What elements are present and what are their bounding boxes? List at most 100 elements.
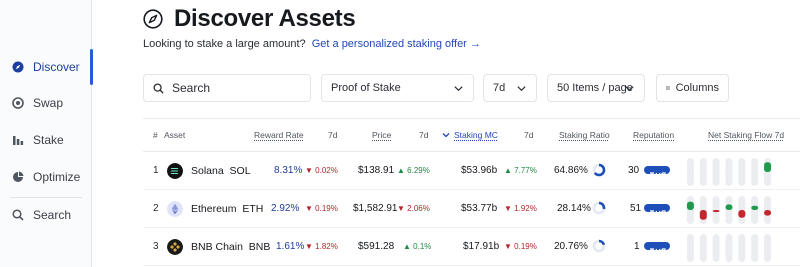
- staking-ratio: 28.14%: [557, 203, 591, 214]
- sidebar-item-optimize[interactable]: Optimize: [0, 159, 92, 195]
- subtitle-text: Looking to stake a large amount?: [143, 38, 306, 50]
- table-row[interactable]: 1 Solana SOL 8.31% ▼ 0.02% $138.91 ▲ 6.2…: [143, 152, 800, 190]
- col-staking-ratio[interactable]: Staking Ratio: [559, 130, 610, 140]
- columns-icon: [666, 86, 670, 90]
- reward-change-value: 0.02%: [315, 166, 338, 175]
- search-input[interactable]: [172, 81, 292, 95]
- price-change-value: 6.29%: [407, 166, 430, 175]
- flow-bar-outflow: [712, 210, 720, 213]
- mc-change: ▼ 1.92%: [504, 204, 537, 213]
- col-staking-mc[interactable]: Staking MC: [454, 130, 498, 140]
- flow-slot: [738, 234, 746, 262]
- flow-slot: [712, 158, 720, 186]
- consensus-select[interactable]: Proof of Stake: [321, 74, 474, 102]
- ethereum-logo-icon: [167, 201, 183, 217]
- staking-mc: $53.96b: [461, 165, 498, 176]
- col-rank: #: [153, 130, 158, 140]
- sidebar-item-label: Discover: [33, 60, 80, 74]
- reputation-badge-icon: [650, 210, 666, 217]
- asset-symbol: BNB: [248, 241, 271, 253]
- flow-slot: [751, 234, 759, 262]
- search-box[interactable]: [143, 74, 311, 102]
- reward-rate: 2.92%: [271, 203, 300, 214]
- table-header: # Asset Reward Rate 7d Price 7d Staking …: [143, 118, 800, 152]
- mc-change-value: 0.19%: [514, 242, 537, 251]
- staking-offer-link[interactable]: Get a personalized staking offer →: [312, 38, 481, 50]
- search-icon: [153, 82, 164, 94]
- mc-change-value: 1.92%: [514, 204, 537, 213]
- asset-name-text: BNB Chain: [191, 241, 243, 253]
- chevron-down-icon: [454, 86, 463, 92]
- sidebar-item-label: Stake: [33, 133, 64, 147]
- mc-change: ▲ 7.77%: [504, 166, 537, 175]
- asset-name[interactable]: Solana SOL: [191, 165, 251, 177]
- reputation-score: 1: [634, 241, 640, 252]
- mc-change-value: 7.77%: [514, 166, 537, 175]
- table-row[interactable]: 3 BNB Chain BNB 1.61% ▼ 1.82% $591.28 ▲ …: [143, 228, 800, 266]
- columns-button[interactable]: Columns: [656, 74, 729, 102]
- page-size-select[interactable]: 50 Items / page: [547, 74, 645, 102]
- col-price[interactable]: Price: [372, 130, 391, 140]
- sidebar-item-swap[interactable]: Swap: [0, 85, 92, 121]
- sidebar-item-label: Search: [33, 208, 72, 222]
- flow-slot: [686, 234, 694, 262]
- flow-slot: [712, 234, 720, 262]
- col-price-period[interactable]: 7d: [419, 130, 428, 140]
- reputation-badge: [644, 204, 670, 217]
- asset-symbol: SOL: [229, 165, 251, 177]
- net-staking-flow-chart: [686, 196, 772, 224]
- reputation-badge: [644, 166, 670, 179]
- page-header: Discover Assets: [143, 4, 356, 34]
- flow-slot: [725, 234, 733, 262]
- price-change: ▲ 0.1%: [403, 242, 432, 251]
- price-change: ▼ 2.06%: [397, 204, 430, 213]
- reward-change-value: 1.82%: [315, 242, 338, 251]
- columns-label: Columns: [675, 82, 719, 94]
- flow-bar-inflow: [751, 205, 759, 210]
- reputation-score: 30: [628, 165, 640, 176]
- optimize-icon: [12, 171, 24, 183]
- flow-bar-inflow: [725, 204, 733, 210]
- page-title: Discover Assets: [174, 5, 356, 32]
- search-icon: [12, 209, 24, 221]
- col-reward-period[interactable]: 7d: [328, 130, 337, 140]
- sort-desc-icon: [442, 133, 450, 138]
- row-rank: 3: [153, 241, 159, 252]
- price-change-value: 2.06%: [407, 204, 430, 213]
- row-rank: 1: [153, 165, 159, 176]
- stake-icon: [12, 134, 24, 146]
- sidebar-item-label: Swap: [33, 96, 64, 110]
- flow-bar-outflow: [764, 210, 772, 216]
- compass-icon: [12, 61, 24, 73]
- col-reputation[interactable]: Reputation: [633, 130, 674, 140]
- asset-symbol: ETH: [242, 203, 264, 215]
- period-value: 7d: [493, 82, 506, 94]
- sidebar-item-label: Optimize: [33, 170, 81, 184]
- net-staking-flow-chart: [686, 158, 772, 186]
- col-asset[interactable]: Asset: [164, 130, 185, 140]
- chevron-down-icon: [625, 86, 634, 92]
- period-select[interactable]: 7d: [483, 74, 537, 102]
- asset-name-text: Solana: [191, 165, 224, 177]
- row-rank: 2: [153, 203, 159, 214]
- asset-name[interactable]: Ethereum ETH: [191, 203, 263, 215]
- table-row[interactable]: 2 Ethereum ETH 2.92% ▼ 0.19% $1,582.91 ▼…: [143, 190, 800, 228]
- flow-slot: [699, 234, 707, 262]
- col-net-staking-flow[interactable]: Net Staking Flow 7d: [708, 130, 784, 140]
- flow-bar-inflow: [686, 201, 694, 210]
- assets-table: # Asset Reward Rate 7d Price 7d Staking …: [143, 118, 800, 267]
- flow-bar-inflow: [764, 162, 772, 172]
- mc-change: ▼ 0.19%: [504, 242, 537, 251]
- staking-ratio: 20.76%: [554, 241, 588, 252]
- reward-change: ▼ 0.02%: [305, 166, 338, 175]
- swap-icon: [12, 97, 24, 109]
- flow-slot: [738, 158, 746, 186]
- sidebar-item-search[interactable]: Search: [0, 197, 92, 233]
- flow-slot: [686, 158, 694, 186]
- flow-slot: [764, 234, 772, 262]
- asset-name[interactable]: BNB Chain BNB: [191, 241, 270, 253]
- sidebar-item-stake[interactable]: Stake: [0, 122, 92, 158]
- col-mc-period[interactable]: 7d: [524, 130, 533, 140]
- sidebar-item-discover[interactable]: Discover: [0, 49, 93, 85]
- col-reward-rate[interactable]: Reward Rate: [254, 130, 304, 140]
